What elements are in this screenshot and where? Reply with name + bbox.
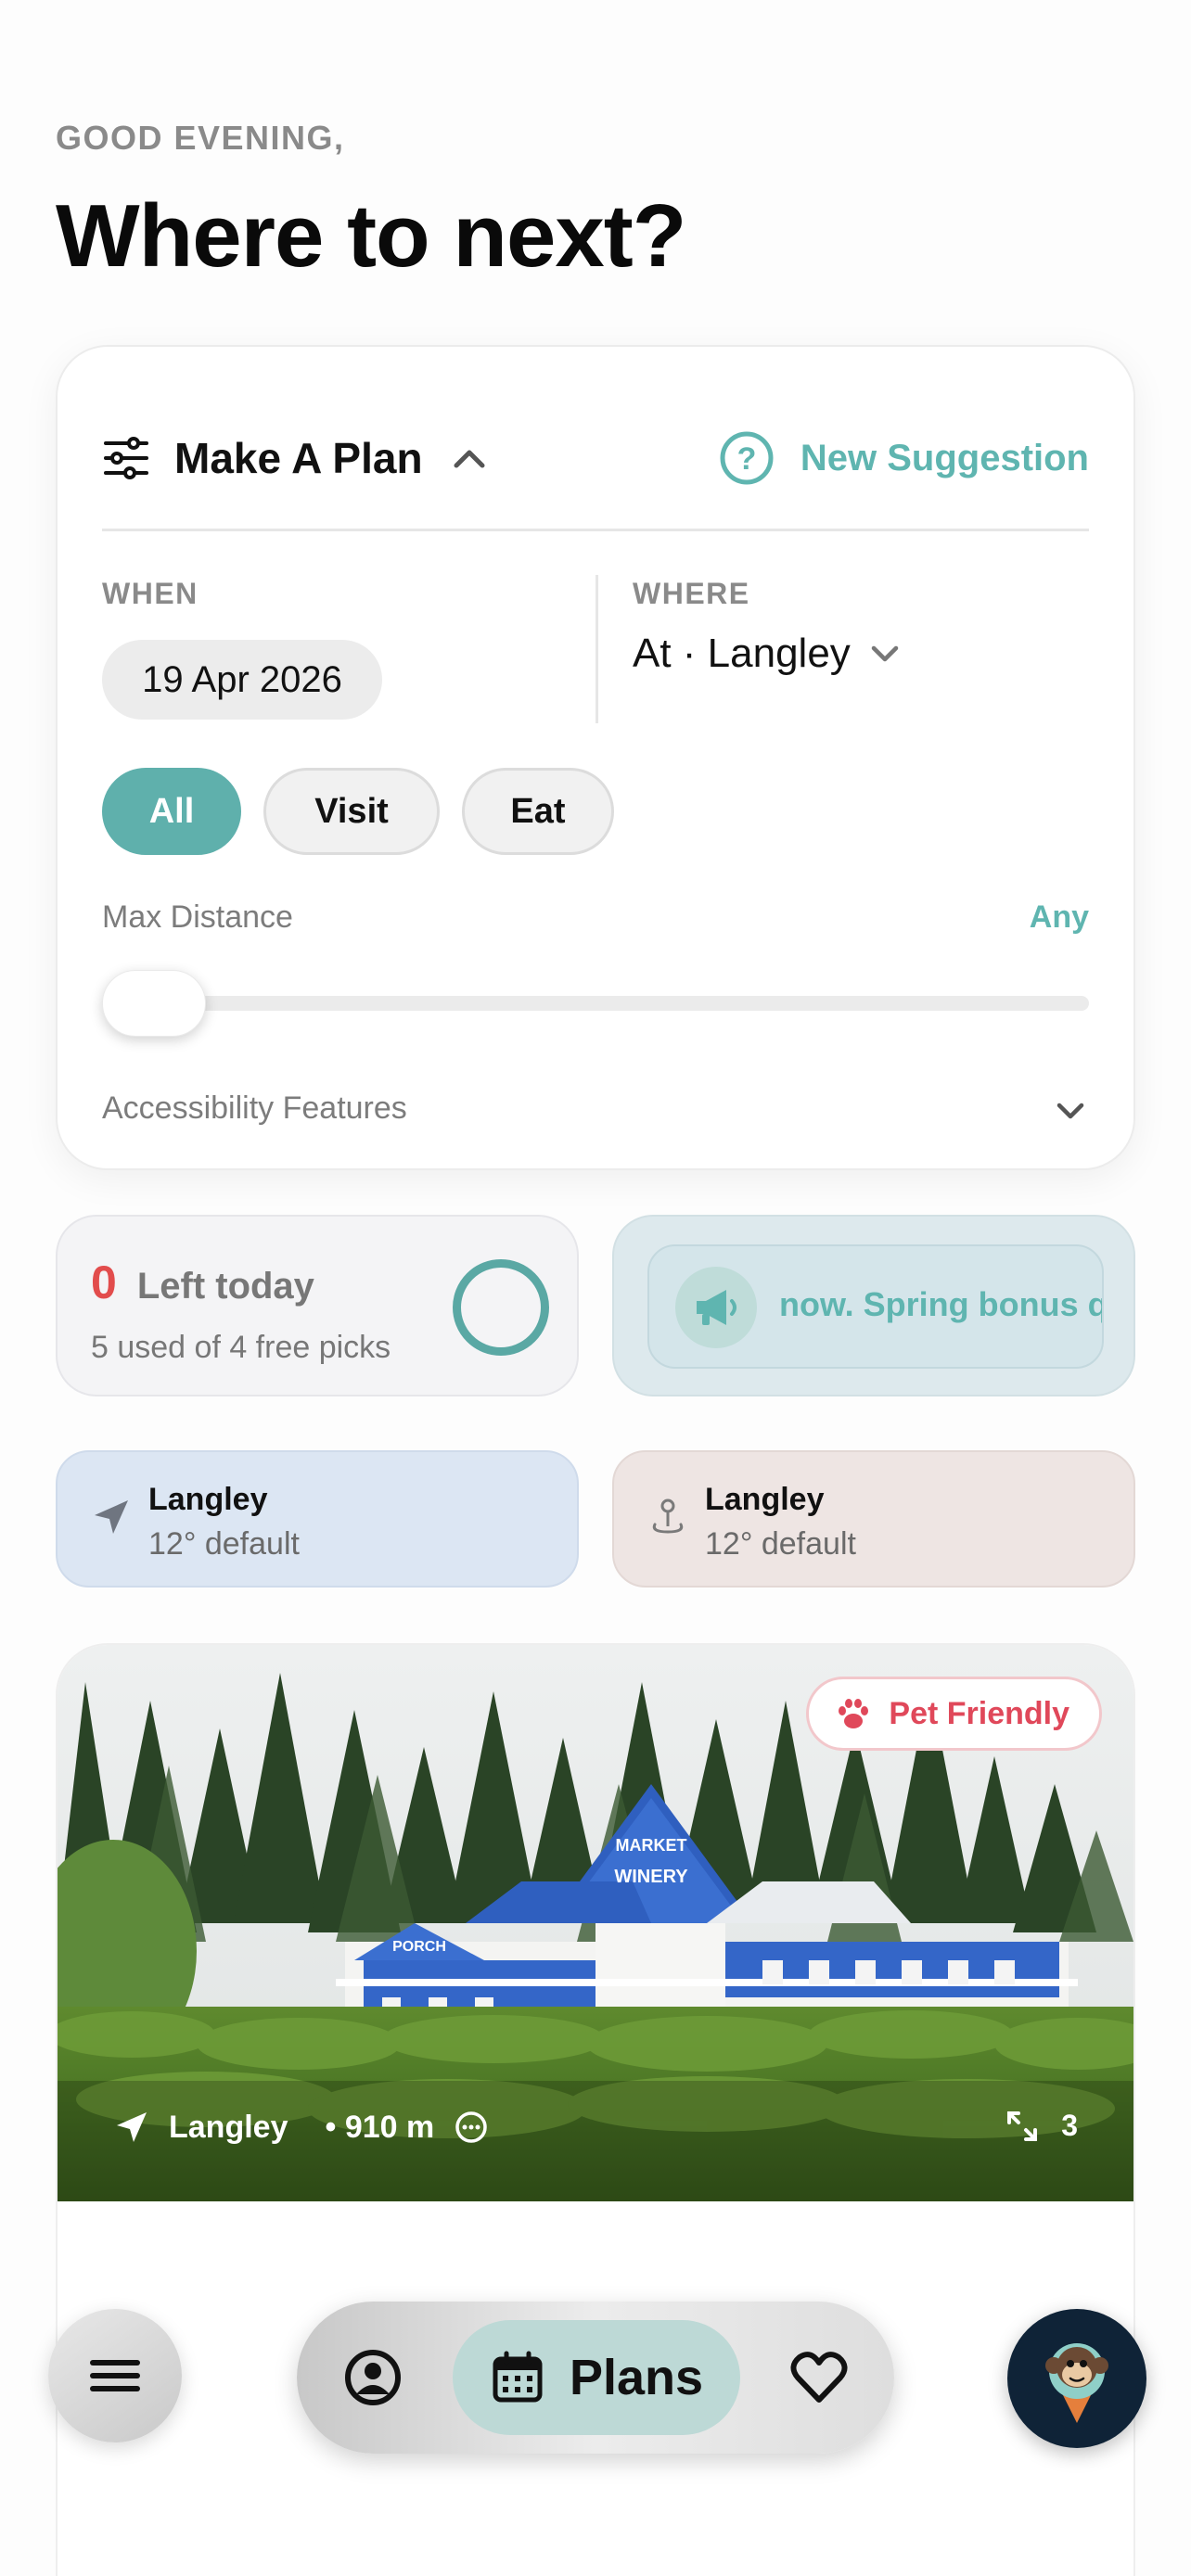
photo-gallery-button[interactable]: 3 — [1005, 2109, 1078, 2143]
distance-slider-thumb[interactable] — [102, 970, 206, 1037]
calendar-icon — [493, 2351, 543, 2403]
navigation-arrow-icon — [95, 1500, 128, 1534]
expand-icon — [1007, 2111, 1038, 2141]
picks-left-label: Left today — [136, 1266, 314, 1307]
accessibility-chevron-down-icon[interactable] — [1052, 1092, 1089, 1129]
winery-sign: WINERY — [614, 1867, 688, 1887]
divider — [102, 529, 1089, 531]
chevron-up-icon — [454, 450, 485, 468]
plan-card: Make A Plan ? New Suggestion WHEN 19 Apr… — [56, 345, 1135, 1170]
place-distance: • 910 m — [325, 2109, 435, 2145]
current-location-card[interactable]: Langley 12° default — [56, 1450, 579, 1588]
picks-used-text: 5 used of 4 free picks — [91, 1330, 391, 1365]
navigation-arrow-icon — [117, 2112, 147, 2142]
vertical-divider — [596, 575, 598, 723]
location-temperature: 12° default — [148, 1526, 300, 1562]
pet-friendly-badge: Pet Friendly — [806, 1677, 1102, 1751]
market-sign: MARKET — [616, 1836, 687, 1855]
sliders-icon — [104, 437, 148, 479]
help-icon[interactable]: ? — [719, 430, 775, 486]
picks-left-count: 0 — [91, 1256, 117, 1308]
promo-card[interactable]: now. Spring bonus qu — [612, 1215, 1135, 1396]
more-options-icon[interactable] — [453, 2109, 490, 2146]
picks-left-card: 0 Left today 5 used of 4 free picks — [56, 1215, 579, 1396]
svg-text:?: ? — [736, 441, 756, 477]
where-label: WHERE — [633, 577, 750, 610]
profile-icon[interactable] — [343, 2348, 403, 2407]
promo-text: now. Spring bonus qu — [779, 1285, 1104, 1323]
page-title: Where to next? — [56, 186, 686, 286]
mascot-map-button[interactable] — [1007, 2309, 1146, 2448]
filter-eat[interactable]: Eat — [462, 768, 614, 855]
heart-icon[interactable] — [790, 2350, 848, 2407]
monkey-pin-icon — [1045, 2343, 1108, 2423]
location-title: Langley — [148, 1482, 268, 1517]
photo-count: 3 — [1061, 2109, 1078, 2142]
bottom-nav: Plans — [297, 2302, 894, 2454]
filter-all[interactable]: All — [102, 768, 241, 855]
nav-plans-label: Plans — [569, 2350, 704, 2405]
location-pin-icon — [652, 1498, 684, 1534]
menu-button[interactable] — [48, 2309, 182, 2442]
place-location: Langley — [169, 2109, 288, 2145]
megaphone-icon — [675, 1267, 757, 1348]
location-temperature: 12° default — [705, 1526, 856, 1562]
max-distance-value: Any — [1029, 899, 1089, 935]
max-distance-label: Max Distance — [102, 899, 293, 935]
greeting-text: GOOD EVENING, — [56, 119, 345, 157]
plan-toggle[interactable]: Make A Plan — [102, 433, 488, 483]
pinned-location-card[interactable]: Langley 12° default — [612, 1450, 1135, 1588]
location-title: Langley — [705, 1482, 825, 1517]
where-value: At · Langley — [633, 631, 851, 676]
pet-friendly-label: Pet Friendly — [889, 1695, 1069, 1731]
distance-slider-track[interactable] — [102, 996, 1089, 1011]
new-suggestion-label: New Suggestion — [800, 437, 1089, 478]
place-location-info: Langley • 910 m — [113, 2109, 490, 2146]
filter-visit[interactable]: Visit — [263, 768, 440, 855]
paw-icon — [839, 1699, 869, 1728]
where-dropdown[interactable]: At · Langley — [633, 631, 903, 677]
plan-header: Make A Plan ? New Suggestion — [102, 412, 1089, 504]
accessibility-label: Accessibility Features — [102, 1090, 407, 1126]
promo-banner[interactable]: now. Spring bonus qu — [647, 1244, 1104, 1369]
chevron-down-icon — [871, 645, 899, 662]
progress-ring — [453, 1259, 549, 1356]
plan-title: Make A Plan — [174, 434, 423, 482]
nav-plans-tab[interactable]: Plans — [453, 2320, 740, 2435]
porch-sign: PORCH — [392, 1939, 446, 1955]
when-label: WHEN — [102, 577, 198, 610]
date-picker[interactable]: 19 Apr 2026 — [102, 640, 382, 720]
hamburger-menu-icon — [90, 2360, 140, 2391]
new-suggestion-button[interactable]: ? New Suggestion — [719, 430, 1089, 486]
category-filters: All Visit Eat — [102, 768, 614, 855]
picks-left-row: 0 Left today — [91, 1256, 314, 1309]
